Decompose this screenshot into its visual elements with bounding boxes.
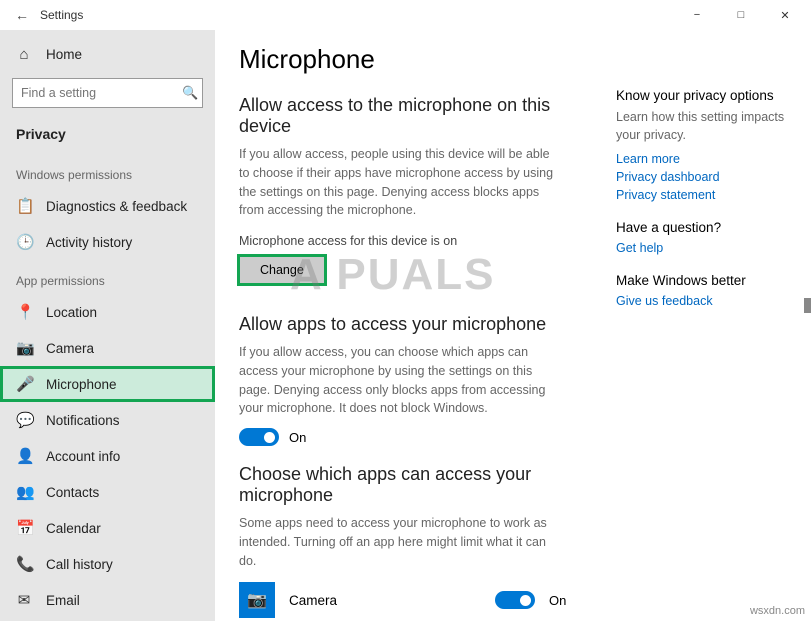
nav-item-microphone[interactable]: 🎤 Microphone bbox=[0, 366, 215, 402]
question-heading: Have a question? bbox=[616, 220, 799, 235]
app-name: Camera bbox=[289, 593, 481, 608]
nav-item-label: Account info bbox=[46, 449, 120, 464]
right-sidebar: Know your privacy options Learn how this… bbox=[616, 30, 811, 621]
choose-apps-heading: Choose which apps can access your microp… bbox=[239, 464, 596, 506]
allow-device-desc: If you allow access, people using this d… bbox=[239, 145, 559, 220]
nav-item-icon: 👥 bbox=[16, 483, 32, 501]
nav-item-label: Activity history bbox=[46, 235, 132, 250]
nav-item-icon: ✉ bbox=[16, 591, 32, 609]
nav-header: Privacy bbox=[0, 118, 215, 154]
search-icon: 🔍 bbox=[182, 85, 198, 101]
nav-item-icon: 🎤 bbox=[16, 375, 32, 393]
make-better-heading: Make Windows better bbox=[616, 273, 799, 288]
app-toggle-state: On bbox=[549, 593, 579, 608]
title-bar: ← Settings − □ ✕ bbox=[0, 0, 811, 30]
device-access-status: Microphone access for this device is on bbox=[239, 234, 596, 248]
main-content: Microphone Allow access to the microphon… bbox=[215, 30, 616, 621]
nav-item-label: Notifications bbox=[46, 413, 120, 428]
search-box[interactable]: 🔍 bbox=[12, 78, 203, 108]
nav-home[interactable]: ⌂ Home bbox=[0, 36, 215, 72]
nav-home-label: Home bbox=[46, 47, 82, 62]
minimize-button[interactable]: − bbox=[675, 0, 719, 30]
choose-apps-desc: Some apps need to access your microphone… bbox=[239, 514, 559, 570]
nav-item-contacts[interactable]: 👥 Contacts bbox=[0, 474, 215, 510]
nav-item-label: Microphone bbox=[46, 377, 117, 392]
back-button[interactable]: ← bbox=[8, 7, 36, 23]
watermark-site: wsxdn.com bbox=[750, 605, 805, 617]
window-title: Settings bbox=[36, 8, 675, 22]
nav-item-label: Call history bbox=[46, 557, 113, 572]
nav-item-calendar[interactable]: 📅 Calendar bbox=[0, 510, 215, 546]
nav-item-icon: 👤 bbox=[16, 447, 32, 465]
nav-item-diagnostics-feedback[interactable]: 📋 Diagnostics & feedback bbox=[0, 188, 215, 224]
nav-item-icon: 📅 bbox=[16, 519, 32, 537]
privacy-dashboard-link[interactable]: Privacy dashboard bbox=[616, 170, 799, 184]
get-help-link[interactable]: Get help bbox=[616, 241, 799, 255]
nav-item-call-history[interactable]: 📞 Call history bbox=[0, 546, 215, 582]
allow-apps-desc: If you allow access, you can choose whic… bbox=[239, 343, 559, 418]
nav-item-label: Calendar bbox=[46, 521, 101, 536]
search-input[interactable] bbox=[21, 86, 182, 100]
privacy-options-heading: Know your privacy options bbox=[616, 88, 799, 103]
close-button[interactable]: ✕ bbox=[763, 0, 807, 30]
nav-item-icon: 📞 bbox=[16, 555, 32, 573]
left-nav: ⌂ Home 🔍 Privacy Windows permissions 📋 Di… bbox=[0, 30, 215, 621]
allow-apps-toggle-label: On bbox=[289, 430, 306, 445]
allow-device-heading: Allow access to the microphone on this d… bbox=[239, 95, 596, 137]
privacy-options-desc: Learn how this setting impacts your priv… bbox=[616, 109, 799, 144]
nav-item-label: Email bbox=[46, 593, 80, 608]
nav-item-camera[interactable]: 📷 Camera bbox=[0, 330, 215, 366]
nav-item-account-info[interactable]: 👤 Account info bbox=[0, 438, 215, 474]
scrollbar-thumb[interactable] bbox=[804, 298, 811, 313]
app-toggle[interactable] bbox=[495, 591, 535, 609]
home-icon: ⌂ bbox=[16, 46, 32, 63]
change-button[interactable]: Change bbox=[239, 256, 325, 284]
nav-item-label: Location bbox=[46, 305, 97, 320]
learn-more-link[interactable]: Learn more bbox=[616, 152, 799, 166]
nav-item-icon: 🕒 bbox=[16, 233, 32, 251]
nav-item-icon: 📋 bbox=[16, 197, 32, 215]
nav-item-icon: 📍 bbox=[16, 303, 32, 321]
app-icon: 📷 bbox=[239, 582, 275, 618]
app-row-camera: 📷 Camera On bbox=[239, 578, 579, 621]
nav-item-label: Camera bbox=[46, 341, 94, 356]
nav-section-app-permissions: App permissions bbox=[0, 260, 215, 294]
nav-item-notifications[interactable]: 💬 Notifications bbox=[0, 402, 215, 438]
nav-item-location[interactable]: 📍 Location bbox=[0, 294, 215, 330]
feedback-link[interactable]: Give us feedback bbox=[616, 294, 799, 308]
allow-apps-heading: Allow apps to access your microphone bbox=[239, 314, 596, 335]
page-title: Microphone bbox=[239, 44, 596, 75]
allow-apps-toggle[interactable] bbox=[239, 428, 279, 446]
nav-item-icon: 📷 bbox=[16, 339, 32, 357]
nav-item-activity-history[interactable]: 🕒 Activity history bbox=[0, 224, 215, 260]
maximize-button[interactable]: □ bbox=[719, 0, 763, 30]
nav-item-label: Contacts bbox=[46, 485, 99, 500]
nav-item-email[interactable]: ✉ Email bbox=[0, 582, 215, 618]
nav-item-icon: 💬 bbox=[16, 411, 32, 429]
nav-item-label: Diagnostics & feedback bbox=[46, 199, 187, 214]
privacy-statement-link[interactable]: Privacy statement bbox=[616, 188, 799, 202]
nav-section-windows-permissions: Windows permissions bbox=[0, 154, 215, 188]
